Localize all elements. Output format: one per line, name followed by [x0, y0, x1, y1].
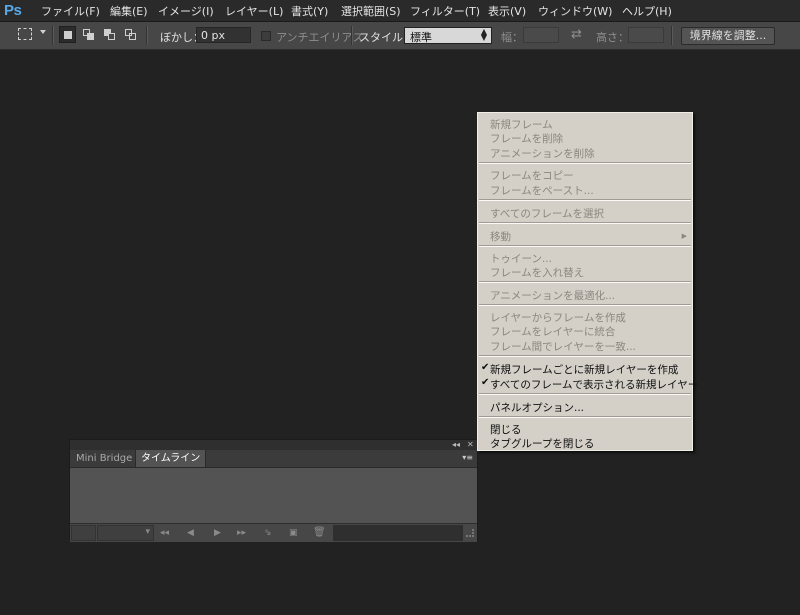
add-to-selection-button[interactable]	[80, 26, 97, 43]
play-icon[interactable]: ▶	[214, 526, 221, 542]
menu-item-move[interactable]: 移動	[490, 229, 511, 244]
menu-type[interactable]: 書式(Y)	[291, 3, 328, 19]
delete-frame-icon[interactable]: 🗑	[313, 526, 326, 542]
select-arrows-icon: ▲ ▼	[480, 27, 487, 42]
panel-header-bar[interactable]: ◂◂ ✕	[70, 440, 477, 450]
previous-frame-icon[interactable]: ◀	[187, 526, 194, 542]
tab-mini-bridge[interactable]: Mini Bridge	[71, 450, 137, 467]
tab-timeline[interactable]: タイムライン	[135, 450, 207, 467]
options-bar: ぼかし： 0 px アンチエイリアス スタイル： 標準 ▲ ▼ 幅： ⇄ 高さ： …	[0, 22, 800, 50]
tween-icon[interactable]: ⇘	[264, 526, 272, 542]
menu-select[interactable]: 選択範囲(S)	[341, 3, 401, 19]
menu-separator	[479, 393, 691, 395]
style-select-value: 標準	[410, 31, 432, 44]
loop-options-cell[interactable]	[71, 525, 96, 541]
intersect-selection-icon-overlay	[129, 33, 136, 40]
menu-item-reverse-frames[interactable]: フレームを入れ替え	[490, 265, 584, 280]
subtract-from-selection-button[interactable]	[101, 26, 118, 43]
menu-item-tween[interactable]: トゥイーン...	[490, 251, 552, 266]
menu-item-new-layers-visible-in-all-frames[interactable]: すべてのフレームで表示される新規レイヤー	[490, 377, 698, 392]
timeline-panel: ◂◂ ✕ Mini Bridge タイムライン ▾≡ ▾ ◂◂ ◀ ▶ ▸▸ ⇘…	[69, 439, 478, 542]
menu-item-select-all-frames[interactable]: すべてのフレームを選択	[490, 206, 604, 221]
style-select[interactable]: 標準 ▲ ▼	[404, 27, 492, 44]
width-label: 幅：	[501, 31, 523, 44]
new-selection-button[interactable]	[59, 26, 76, 43]
height-label: 高さ：	[596, 31, 629, 44]
menu-item-delete-animation[interactable]: アニメーションを削除	[490, 146, 595, 161]
loop-select[interactable]: ▾	[97, 525, 154, 541]
panel-tabs: Mini Bridge タイムライン	[70, 450, 477, 468]
menu-separator	[479, 245, 691, 247]
submenu-arrow-icon: ▶	[681, 232, 687, 240]
menu-item-panel-options[interactable]: パネルオプション...	[490, 400, 584, 415]
width-input[interactable]	[523, 27, 559, 43]
new-selection-icon	[64, 31, 72, 39]
timeline-scroll-area[interactable]	[333, 525, 463, 541]
menu-item-make-frames-from-layers[interactable]: レイヤーからフレームを作成	[490, 310, 626, 325]
menu-item-close[interactable]: 閉じる	[490, 422, 522, 437]
menu-item-match-layer-across-frames[interactable]: フレーム間でレイヤーを一致...	[490, 339, 636, 354]
next-frame-icon[interactable]: ▸▸	[237, 526, 246, 542]
dropdown-icon: ▾	[145, 527, 150, 537]
divider	[671, 26, 673, 45]
timeline-frames-area	[70, 468, 477, 523]
new-frame-icon[interactable]: ▣	[289, 526, 298, 542]
menu-item-new-frame[interactable]: 新規フレーム	[490, 117, 553, 132]
divider	[146, 26, 148, 45]
menu-item-optimize-animation[interactable]: アニメーションを最適化...	[490, 288, 615, 303]
refine-edge-button[interactable]: 境界線を調整...	[681, 27, 775, 45]
menu-separator	[479, 199, 691, 201]
rectangular-marquee-icon[interactable]	[18, 28, 32, 40]
menu-help[interactable]: ヘルプ(H)	[622, 3, 672, 19]
menu-item-close-tab-group[interactable]: タブグループを閉じる	[490, 436, 594, 451]
menu-item-create-new-layer-per-frame[interactable]: 新規フレームごとに新規レイヤーを作成	[490, 362, 678, 377]
menu-item-copy-frame[interactable]: フレームをコピー	[490, 168, 574, 183]
menu-file[interactable]: ファイル(F)	[41, 3, 100, 19]
collapse-panel-icon[interactable]: ◂◂	[452, 440, 460, 449]
menu-item-delete-frame[interactable]: フレームを削除	[490, 131, 563, 146]
first-frame-icon[interactable]: ◂◂	[160, 526, 169, 542]
menu-item-flatten-frames-into-layers[interactable]: フレームをレイヤーに統合	[490, 324, 615, 339]
divider	[351, 26, 353, 45]
tool-preset-dropdown-icon[interactable]	[40, 30, 46, 34]
close-panel-icon[interactable]: ✕	[467, 440, 474, 449]
menu-separator	[479, 355, 691, 357]
menu-layer[interactable]: レイヤー(L)	[225, 3, 283, 19]
subtract-selection-icon-overlay	[108, 33, 115, 40]
menu-view[interactable]: 表示(V)	[488, 3, 526, 19]
menu-bar: Ps ファイル(F) 編集(E) イメージ(I) レイヤー(L) 書式(Y) 選…	[0, 0, 800, 22]
resize-grip-icon[interactable]	[466, 529, 474, 537]
divider	[52, 26, 54, 45]
add-selection-icon-overlay	[87, 33, 94, 40]
menu-image[interactable]: イメージ(I)	[158, 3, 214, 19]
menu-separator	[479, 304, 691, 306]
swap-arrows-icon[interactable]: ⇄	[571, 27, 582, 42]
menu-edit[interactable]: 編集(E)	[110, 3, 148, 19]
photoshop-logo-icon: Ps	[4, 2, 22, 19]
checkmark-icon: ✔	[481, 362, 490, 373]
antialias-checkbox[interactable]	[261, 31, 271, 41]
checkmark-icon: ✔	[481, 377, 490, 388]
panel-menu-icon[interactable]: ▾≡	[462, 453, 473, 462]
timeline-context-menu: 新規フレーム フレームを削除 アニメーションを削除 フレームをコピー フレームを…	[477, 112, 698, 451]
feather-input[interactable]: 0 px	[196, 27, 251, 43]
menu-window[interactable]: ウィンドウ(W)	[538, 3, 612, 19]
menu-separator	[479, 222, 691, 224]
menu-separator	[479, 281, 691, 283]
menu-filter[interactable]: フィルター(T)	[410, 3, 480, 19]
menu-separator	[479, 416, 691, 418]
menu-separator	[479, 162, 691, 164]
height-input[interactable]	[628, 27, 664, 43]
timeline-footer: ▾ ◂◂ ◀ ▶ ▸▸ ⇘ ▣ 🗑	[70, 523, 477, 542]
menu-item-paste-frame[interactable]: フレームをペースト...	[490, 183, 594, 198]
intersect-selection-button[interactable]	[122, 26, 139, 43]
